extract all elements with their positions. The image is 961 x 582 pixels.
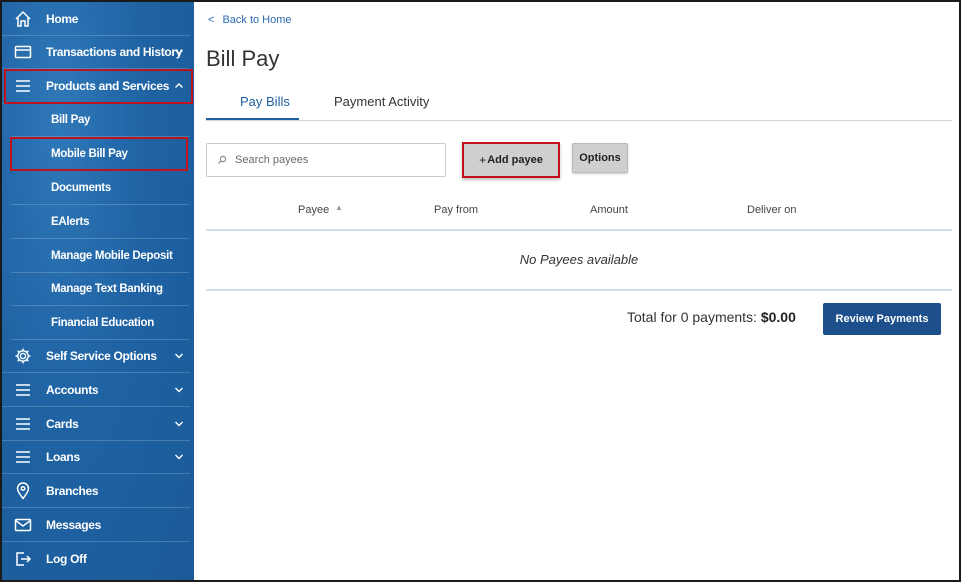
chevron-down-icon bbox=[175, 421, 183, 426]
nav-ealerts-label: EAlerts bbox=[51, 215, 90, 228]
chevron-down-icon bbox=[175, 353, 183, 359]
nav-accounts-label: Accounts bbox=[46, 382, 99, 397]
nav-cards-label: Cards bbox=[46, 416, 79, 431]
column-header-pay-from: Pay from bbox=[434, 204, 479, 216]
search-payees-input[interactable] bbox=[235, 154, 435, 166]
empty-state-message: No Payees available bbox=[519, 252, 639, 267]
nav-manage-text-banking[interactable]: Manage Text Banking bbox=[11, 273, 189, 306]
review-payments-button[interactable]: Review Payments bbox=[823, 303, 941, 335]
nav-loans[interactable]: Loans bbox=[2, 441, 190, 474]
nav-branches-label: Branches bbox=[46, 483, 99, 498]
nav-manage-mobile-deposit-label: Manage Mobile Deposit bbox=[51, 249, 173, 262]
nav-self-service-label: Self Service Options bbox=[46, 349, 157, 363]
nav-bill-pay-label: Bill Pay bbox=[51, 114, 91, 126]
chevron-down-icon bbox=[175, 454, 183, 460]
map-pin-icon bbox=[14, 481, 32, 500]
nav-home-label: Home bbox=[46, 11, 79, 26]
add-payee-label: Add payee bbox=[487, 154, 543, 166]
nav-branches[interactable]: Branches bbox=[2, 474, 190, 508]
nav-manage-text-banking-label: Manage Text Banking bbox=[51, 283, 163, 295]
tab-pay-bills[interactable]: Pay Bills bbox=[240, 94, 290, 109]
column-header-deliver-on: Deliver on bbox=[747, 204, 797, 216]
nav-documents-label: Documents bbox=[51, 181, 111, 194]
add-payee-button[interactable]: + Add payee bbox=[462, 142, 560, 178]
nav-ealerts[interactable]: EAlerts bbox=[11, 205, 189, 239]
envelope-icon bbox=[14, 516, 32, 534]
nav-logoff[interactable]: Log Off bbox=[2, 542, 190, 576]
sidebar: Home Transactions and History Products a… bbox=[2, 2, 194, 580]
menu-icon bbox=[14, 448, 32, 466]
column-header-amount: Amount bbox=[590, 204, 628, 216]
nav-documents[interactable]: Documents bbox=[11, 171, 189, 205]
page-title: Bill Pay bbox=[206, 46, 280, 71]
plus-icon: + bbox=[479, 153, 487, 167]
options-button[interactable]: Options bbox=[572, 143, 628, 173]
main-content: < Back to Home Bill Pay Pay Bills Paymen… bbox=[194, 2, 959, 580]
search-icon bbox=[218, 155, 227, 164]
nav-messages[interactable]: Messages bbox=[2, 508, 190, 542]
payments-total: Total for 0 payments: $0.00 bbox=[627, 309, 796, 325]
tab-payment-activity[interactable]: Payment Activity bbox=[334, 94, 429, 109]
review-payments-label: Review Payments bbox=[835, 313, 929, 325]
chevron-down-icon bbox=[175, 49, 183, 55]
nav-cards[interactable]: Cards bbox=[2, 407, 190, 441]
highlight-products bbox=[4, 69, 193, 104]
nav-transactions-label: Transactions and History bbox=[46, 45, 183, 59]
home-icon bbox=[14, 10, 32, 28]
total-label: Total for 0 payments: bbox=[627, 309, 757, 325]
nav-logoff-label: Log Off bbox=[46, 552, 87, 566]
active-tab-indicator bbox=[206, 118, 299, 120]
chevron-left-icon: < bbox=[208, 14, 215, 26]
table-header-divider bbox=[206, 229, 952, 231]
back-to-home-link[interactable]: < Back to Home bbox=[208, 14, 292, 26]
credit-card-icon bbox=[14, 43, 32, 61]
tab-bar: Pay Bills Payment Activity bbox=[206, 90, 952, 121]
back-to-home-label: Back to Home bbox=[222, 14, 292, 26]
gear-icon bbox=[14, 347, 32, 365]
nav-home[interactable]: Home bbox=[2, 2, 190, 36]
menu-icon bbox=[14, 381, 32, 399]
nav-financial-education-label: Financial Education bbox=[51, 316, 154, 329]
search-payees-field[interactable] bbox=[206, 143, 446, 177]
nav-loans-label: Loans bbox=[46, 450, 80, 464]
app-window: Home Transactions and History Products a… bbox=[0, 0, 961, 582]
options-label: Options bbox=[579, 152, 621, 164]
nav-bill-pay[interactable]: Bill Pay bbox=[11, 104, 189, 137]
total-value: $0.00 bbox=[760, 309, 796, 325]
nav-self-service[interactable]: Self Service Options bbox=[2, 340, 190, 373]
nav-transactions[interactable]: Transactions and History bbox=[2, 36, 190, 69]
table-footer-divider bbox=[206, 289, 952, 291]
nav-messages-label: Messages bbox=[46, 517, 101, 532]
menu-icon bbox=[14, 415, 32, 433]
column-header-payee[interactable]: Payee bbox=[298, 204, 329, 216]
sort-asc-icon: ▲ bbox=[335, 203, 343, 212]
logout-icon bbox=[14, 550, 32, 568]
highlight-mobile-bill-pay bbox=[10, 137, 188, 171]
nav-manage-mobile-deposit[interactable]: Manage Mobile Deposit bbox=[11, 239, 189, 273]
nav-accounts[interactable]: Accounts bbox=[2, 373, 190, 407]
chevron-down-icon bbox=[175, 387, 183, 392]
nav-financial-education[interactable]: Financial Education bbox=[11, 306, 189, 340]
